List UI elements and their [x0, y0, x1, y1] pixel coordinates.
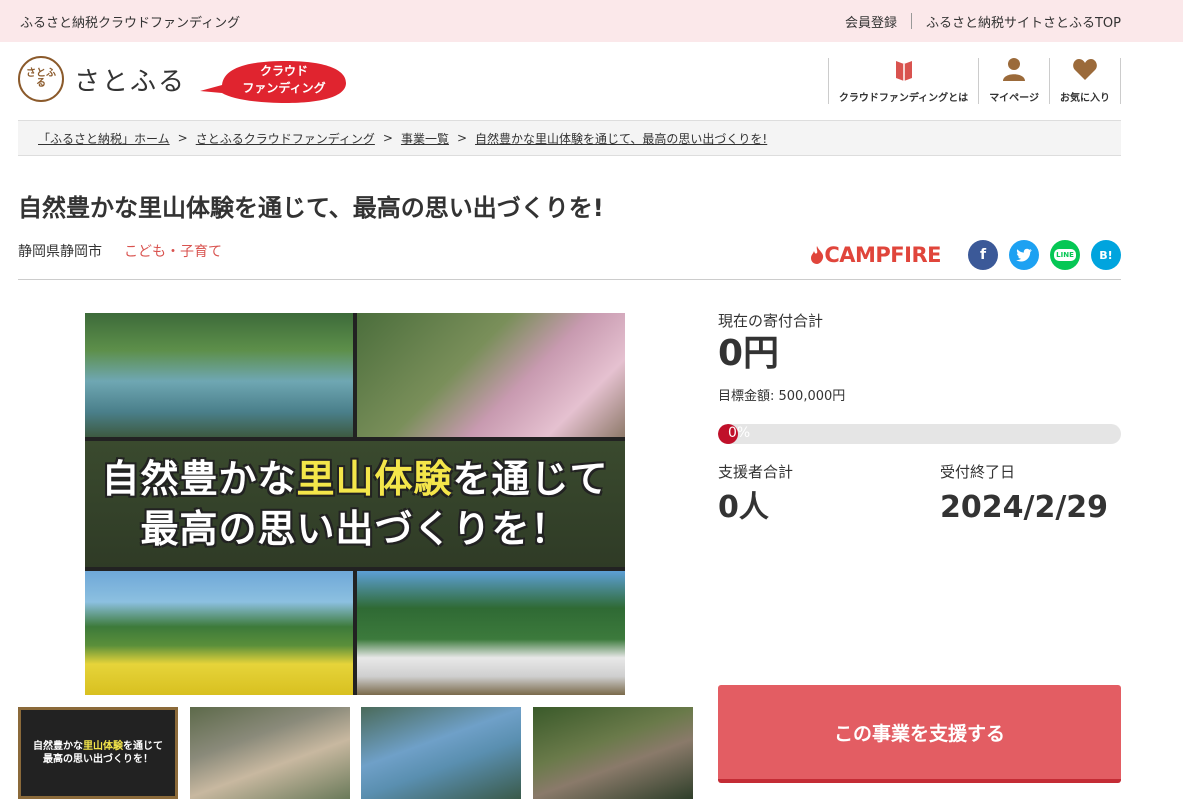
person-icon [1001, 56, 1027, 85]
page-title: 自然豊かな里山体験を通じて、最高の思い出づくりを! [18, 194, 604, 222]
progress-percent: 0% [728, 425, 751, 441]
image-tile-house [357, 313, 625, 437]
category-link[interactable]: こども・子育て [124, 241, 222, 261]
image-tile-school [357, 571, 625, 695]
satofull-top-link[interactable]: ふるさと納税サイトさとふるTOP [912, 12, 1121, 31]
thumbnail-caption: 自然豊かな里山体験を通じて 最高の思い出づくりを！ [33, 741, 163, 765]
flame-icon [811, 246, 824, 264]
supporters-count: 0人 [718, 490, 769, 525]
logo-text: さとふる [74, 66, 187, 97]
nav-favorites[interactable]: お気に入り [1049, 58, 1121, 104]
deadline-label: 受付終了日 [940, 463, 1016, 481]
campfire-text: CAMPFIRE [824, 243, 941, 267]
logo-mark-text: さとふる [26, 68, 56, 89]
prefecture-label: 静岡県静岡市 [18, 244, 102, 260]
breadcrumb-separator: > [456, 131, 468, 145]
facebook-icon: f [979, 247, 987, 263]
breadcrumb-separator: > [177, 131, 188, 145]
image-headline-1: 自然豊かな里山体験を通じて [101, 457, 609, 501]
site-name: ふるさと納税クラウドファンディング [20, 15, 241, 31]
line-icon: LINE [1054, 249, 1076, 261]
main-project-image: 自然豊かな里山体験を通じて 最高の思い出づくりを！ [85, 313, 625, 695]
deadline-block: 受付終了日 2024/2/29 [940, 461, 1121, 526]
badge-line-2: ファンディング [242, 81, 326, 95]
badge-line-1: クラウド [259, 64, 308, 78]
hatena-bookmark-button[interactable]: B! [1091, 240, 1121, 270]
project-meta: 静岡県静岡市 こども・子育て [18, 241, 222, 261]
badge-text: クラウド ファンディング [220, 63, 348, 97]
register-link[interactable]: 会員登録 [831, 12, 911, 31]
facebook-share-button[interactable]: f [968, 240, 998, 270]
thumbnail-2[interactable] [190, 707, 350, 799]
funding-stats: 現在の寄付合計 0円 目標金額: 500,000円 0% 支援者合計 0人 受付… [718, 310, 1121, 526]
nav-label: お気に入り [1060, 93, 1110, 104]
thumbnail-1[interactable]: 自然豊かな里山体験を通じて 最高の思い出づくりを！ [18, 707, 178, 799]
total-label: 現在の寄付合計 [718, 312, 824, 330]
nav-about-crowdfunding[interactable]: クラウドファンディングとは [827, 58, 978, 104]
target-amount: 目標金額: 500,000円 [718, 389, 846, 404]
image-headline-2: 最高の思い出づくりを！ [140, 507, 570, 551]
stats-row: 支援者合計 0人 受付終了日 2024/2/29 [718, 461, 1121, 526]
crowdfunding-badge[interactable]: クラウド ファンディング [200, 57, 348, 105]
twitter-share-button[interactable] [1009, 240, 1039, 270]
image-tile-river [85, 313, 353, 437]
line-share-button[interactable]: LINE [1050, 240, 1080, 270]
total-amount: 0円 [718, 333, 780, 374]
site-header: さとふる さとふる クラウド ファンディング クラウドファンディングとは マイペ… [0, 42, 1183, 120]
breadcrumb-home[interactable]: 「ふるさと納税」ホーム [38, 130, 170, 147]
thumbnail-4[interactable] [533, 707, 693, 799]
nav-label: マイページ [989, 93, 1039, 104]
top-bar: ふるさと納税クラウドファンディング 会員登録 ふるさと納税サイトさとふるTOP [0, 0, 1183, 42]
supporters-block: 支援者合計 0人 [718, 461, 940, 526]
twitter-icon [1016, 248, 1032, 262]
logo-mark: さとふる [18, 56, 64, 102]
heart-icon [1072, 58, 1098, 85]
breadcrumb-current[interactable]: 自然豊かな里山体験を通じて、最高の思い出づくりを! [475, 130, 767, 147]
thumbnail-3[interactable] [361, 707, 521, 799]
top-links: 会員登録 ふるさと納税サイトさとふるTOP [831, 12, 1121, 31]
breadcrumb-projects[interactable]: 事業一覧 [401, 130, 449, 147]
deadline-date: 2024/2/29 [940, 490, 1109, 525]
supporters-label: 支援者合計 [718, 463, 794, 481]
progress-bar: 0% [718, 424, 1121, 444]
campfire-logo[interactable]: CAMPFIRE [810, 243, 941, 267]
share-bar: CAMPFIRE f LINE B! [810, 240, 1121, 270]
satofull-logo[interactable]: さとふる さとふる [18, 56, 186, 102]
header-nav: クラウドファンディングとは マイページ お気に入り [827, 58, 1121, 104]
image-tile-tea-field [85, 571, 353, 695]
nav-mypage[interactable]: マイページ [978, 58, 1049, 104]
image-title-banner: 自然豊かな里山体験を通じて 最高の思い出づくりを！ [85, 441, 625, 567]
breadcrumb: 「ふるさと納税」ホーム > さとふるクラウドファンディング > 事業一覧 > 自… [18, 120, 1121, 156]
section-divider [18, 279, 1121, 280]
breadcrumb-separator: > [382, 131, 393, 145]
breadcrumb-crowdfunding[interactable]: さとふるクラウドファンディング [196, 130, 375, 147]
support-project-button[interactable]: この事業を支援する [718, 685, 1121, 783]
hatena-icon: B! [1099, 248, 1113, 262]
nav-label: クラウドファンディングとは [838, 93, 969, 104]
book-icon [894, 58, 914, 85]
